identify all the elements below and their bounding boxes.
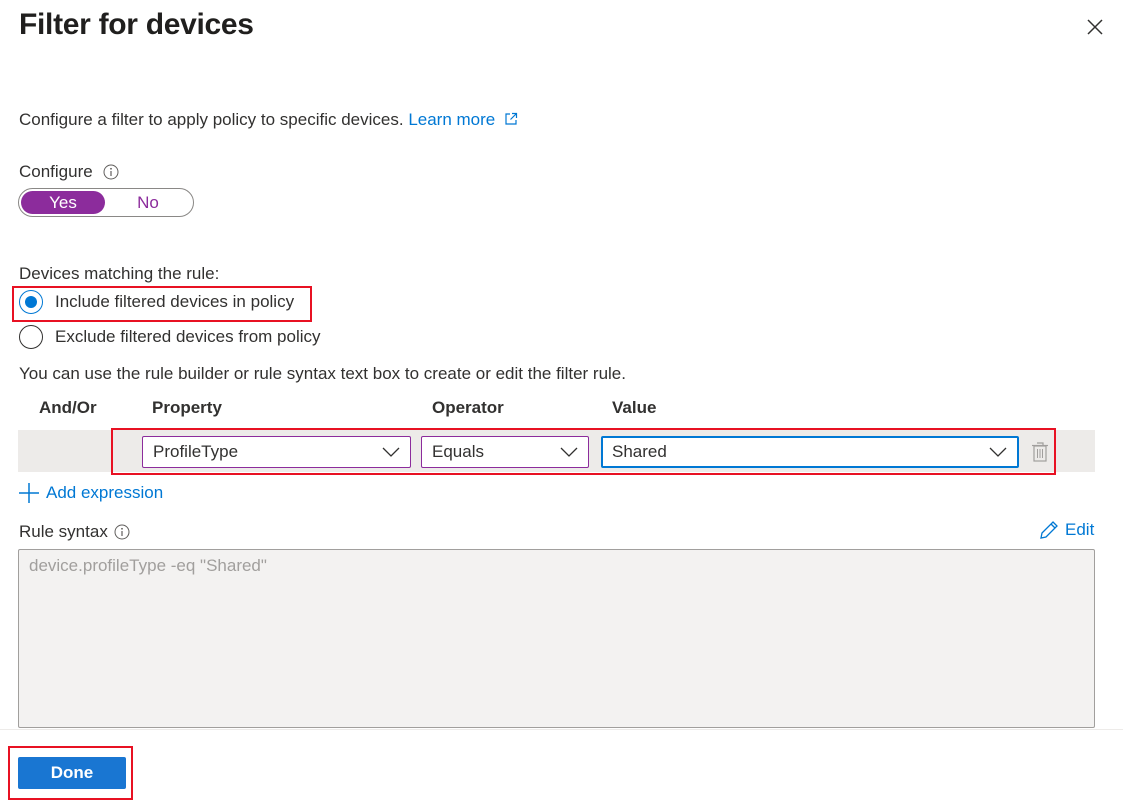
radio-include-filtered[interactable]: Include filtered devices in policy xyxy=(19,290,294,314)
edit-label: Edit xyxy=(1065,520,1095,539)
header-value: Value xyxy=(612,398,657,417)
close-icon xyxy=(1087,19,1103,35)
rule-syntax-label: Rule syntax xyxy=(19,522,130,542)
edit-rule-syntax-button[interactable]: Edit xyxy=(1039,520,1094,540)
description-text: Configure a filter to apply policy to sp… xyxy=(19,110,404,129)
configure-toggle[interactable]: Yes No xyxy=(18,188,194,217)
header-property: Property xyxy=(152,398,222,417)
add-expression-button[interactable]: Add expression xyxy=(18,482,163,504)
radio-include-label: Include filtered devices in policy xyxy=(55,292,295,311)
radio-exclude-filtered[interactable]: Exclude filtered devices from policy xyxy=(19,325,321,349)
header-and-or: And/Or xyxy=(39,398,97,417)
header-operator: Operator xyxy=(432,398,504,417)
close-button[interactable] xyxy=(1084,16,1106,38)
toggle-no[interactable]: No xyxy=(105,191,191,214)
done-button[interactable]: Done xyxy=(18,757,126,789)
radio-exclude-label: Exclude filtered devices from policy xyxy=(55,327,321,346)
description: Configure a filter to apply policy to sp… xyxy=(19,110,518,130)
helper-text: You can use the rule builder or rule syn… xyxy=(19,364,626,383)
radio-button-unchecked[interactable] xyxy=(19,325,43,349)
toggle-yes[interactable]: Yes xyxy=(21,191,105,214)
plus-icon xyxy=(19,483,39,503)
radio-button-checked[interactable] xyxy=(19,290,43,314)
pencil-icon xyxy=(1040,521,1058,539)
learn-more-link[interactable]: Learn more xyxy=(408,110,518,129)
info-icon[interactable] xyxy=(103,164,119,180)
info-icon[interactable] xyxy=(114,524,130,540)
highlight-rule-row xyxy=(111,428,1056,475)
panel-title: Filter for devices xyxy=(19,8,254,41)
configure-label: Configure xyxy=(19,162,119,182)
rule-syntax-label-text: Rule syntax xyxy=(19,522,108,541)
configure-label-text: Configure xyxy=(19,162,93,181)
footer-divider xyxy=(0,729,1123,730)
learn-more-label: Learn more xyxy=(408,110,496,129)
external-link-icon xyxy=(505,112,518,125)
matching-label: Devices matching the rule: xyxy=(19,264,220,283)
rule-syntax-textbox[interactable] xyxy=(18,549,1095,728)
add-expression-label: Add expression xyxy=(46,483,164,502)
